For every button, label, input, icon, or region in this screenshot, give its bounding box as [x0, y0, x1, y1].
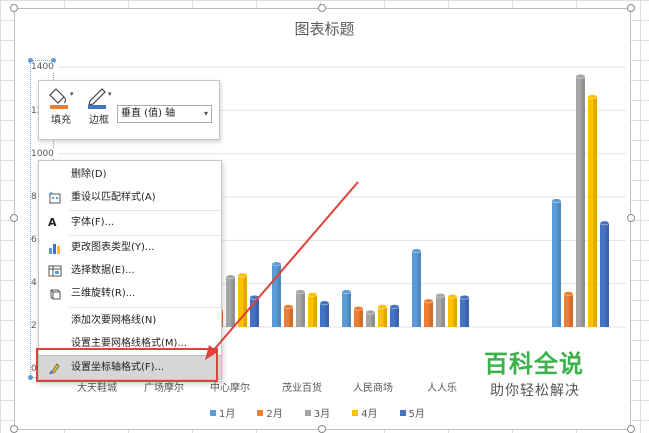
- watermark-subtitle: 助你轻松解决: [490, 383, 580, 399]
- red-arrow-line: [211, 181, 359, 353]
- watermark-title: 百科全说: [484, 350, 584, 378]
